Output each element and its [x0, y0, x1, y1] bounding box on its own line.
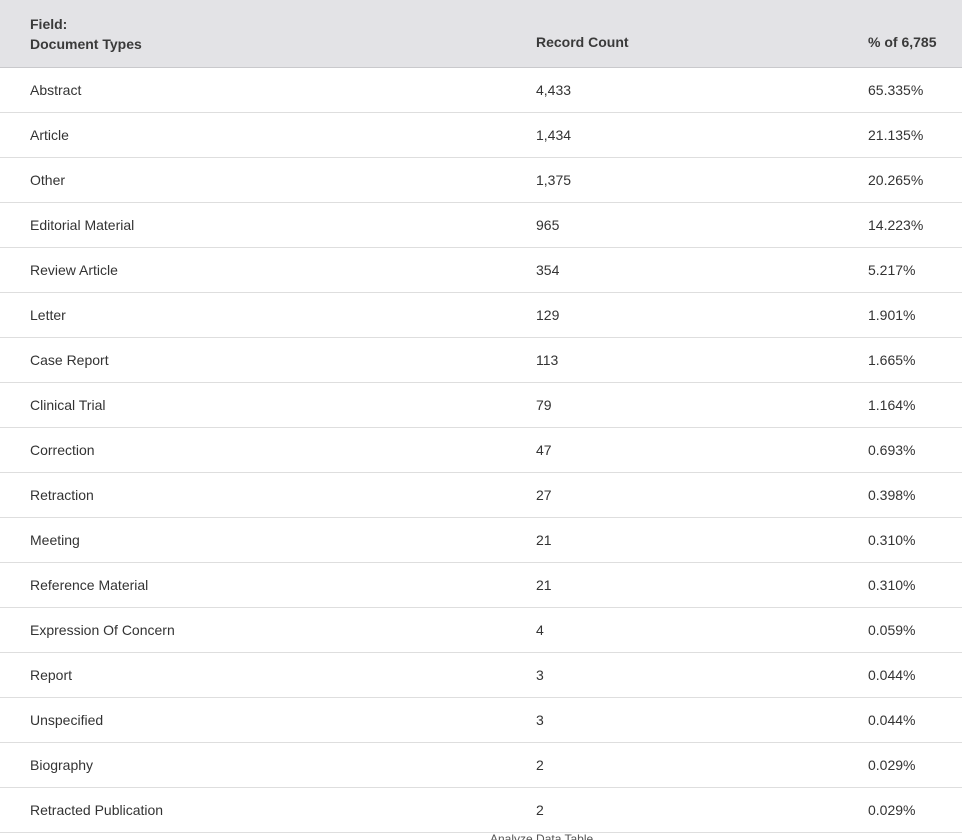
- row-record-count: 27: [536, 487, 552, 503]
- row-record-count: 354: [536, 262, 560, 278]
- row-percent: 0.044%: [868, 712, 916, 728]
- row-record-count: 1,375: [536, 172, 572, 188]
- row-document-type: Retraction: [30, 487, 94, 503]
- results-table: Field: Document Types Record Count % of …: [0, 0, 962, 840]
- row-document-type: Unspecified: [30, 712, 104, 728]
- row-document-type: Reference Material: [30, 577, 149, 593]
- row-document-type: Report: [30, 667, 73, 683]
- row-document-type: Article: [30, 127, 69, 143]
- row-document-type: Case Report: [30, 352, 109, 368]
- table-row: Review Article 354 5.217%: [0, 248, 962, 293]
- row-document-type: Biography: [30, 757, 94, 773]
- row-percent: 0.310%: [868, 532, 916, 548]
- row-record-count: 79: [536, 397, 552, 413]
- column-header-field[interactable]: Field: Document Types: [30, 14, 142, 54]
- table-row: Reference Material 21 0.310%: [0, 563, 962, 608]
- row-percent: 0.044%: [868, 667, 916, 683]
- row-percent: 0.029%: [868, 757, 916, 773]
- table-row: Biography 2 0.029%: [0, 743, 962, 788]
- row-percent: 20.265%: [868, 172, 924, 188]
- row-record-count: 21: [536, 532, 552, 548]
- row-document-type: Editorial Material: [30, 217, 135, 233]
- row-percent: 5.217%: [868, 262, 916, 278]
- row-percent: 0.693%: [868, 442, 916, 458]
- table-row: Article 1,434 21.135%: [0, 113, 962, 158]
- row-document-type: Meeting: [30, 532, 80, 548]
- table-row: Expression Of Concern 4 0.059%: [0, 608, 962, 653]
- table-row: Editorial Material 965 14.223%: [0, 203, 962, 248]
- table-row: Retraction 27 0.398%: [0, 473, 962, 518]
- analyze-data-table-link[interactable]: Analyze Data Table: [490, 832, 593, 840]
- row-record-count: 47: [536, 442, 552, 458]
- table-row: Letter 129 1.901%: [0, 293, 962, 338]
- row-record-count: 2: [536, 757, 544, 773]
- row-document-type: Expression Of Concern: [30, 622, 175, 638]
- row-document-type: Abstract: [30, 82, 82, 98]
- row-document-type: Correction: [30, 442, 95, 458]
- row-percent: 1.901%: [868, 307, 916, 323]
- row-record-count: 4: [536, 622, 544, 638]
- row-percent: 0.310%: [868, 577, 916, 593]
- row-percent: 1.665%: [868, 352, 916, 368]
- field-name: Document Types: [30, 36, 142, 52]
- row-percent: 0.059%: [868, 622, 916, 638]
- table-row: Retracted Publication 2 0.029%: [0, 788, 962, 833]
- row-record-count: 4,433: [536, 82, 572, 98]
- row-record-count: 2: [536, 802, 544, 818]
- row-percent: 0.029%: [868, 802, 916, 818]
- row-document-type: Other: [30, 172, 66, 188]
- row-record-count: 21: [536, 577, 552, 593]
- table-row: Case Report 113 1.665%: [0, 338, 962, 383]
- table-row: Abstract 4,433 65.335%: [0, 68, 962, 113]
- row-document-type: Review Article: [30, 262, 118, 278]
- table-row: Meeting 21 0.310%: [0, 518, 962, 563]
- row-record-count: 129: [536, 307, 560, 323]
- table-header: Field: Document Types Record Count % of …: [0, 0, 962, 68]
- row-percent: 0.398%: [868, 487, 916, 503]
- row-document-type: Retracted Publication: [30, 802, 164, 818]
- row-percent: 1.164%: [868, 397, 916, 413]
- row-document-type: Clinical Trial: [30, 397, 106, 413]
- row-record-count: 113: [536, 352, 559, 368]
- table-body: Abstract 4,433 65.335% Article 1,434 21.135% O…: [0, 68, 962, 833]
- row-record-count: 3: [536, 667, 544, 683]
- column-header-percent[interactable]: % of 6,785: [868, 32, 936, 52]
- table-row: Report 3 0.044%: [0, 653, 962, 698]
- row-percent: 14.223%: [868, 217, 924, 233]
- row-percent: 21.135%: [868, 127, 924, 143]
- row-record-count: 1,434: [536, 127, 572, 143]
- table-row: Clinical Trial 79 1.164%: [0, 383, 962, 428]
- row-percent: 65.335%: [868, 82, 924, 98]
- row-record-count: 965: [536, 217, 560, 233]
- table-row: Other 1,375 20.265%: [0, 158, 962, 203]
- table-row: Correction 47 0.693%: [0, 428, 962, 473]
- table-row: Unspecified 3 0.044%: [0, 698, 962, 743]
- field-label: Field:: [30, 16, 68, 32]
- row-document-type: Letter: [30, 307, 66, 323]
- column-header-record-count[interactable]: Record Count: [536, 32, 629, 52]
- row-record-count: 3: [536, 712, 544, 728]
